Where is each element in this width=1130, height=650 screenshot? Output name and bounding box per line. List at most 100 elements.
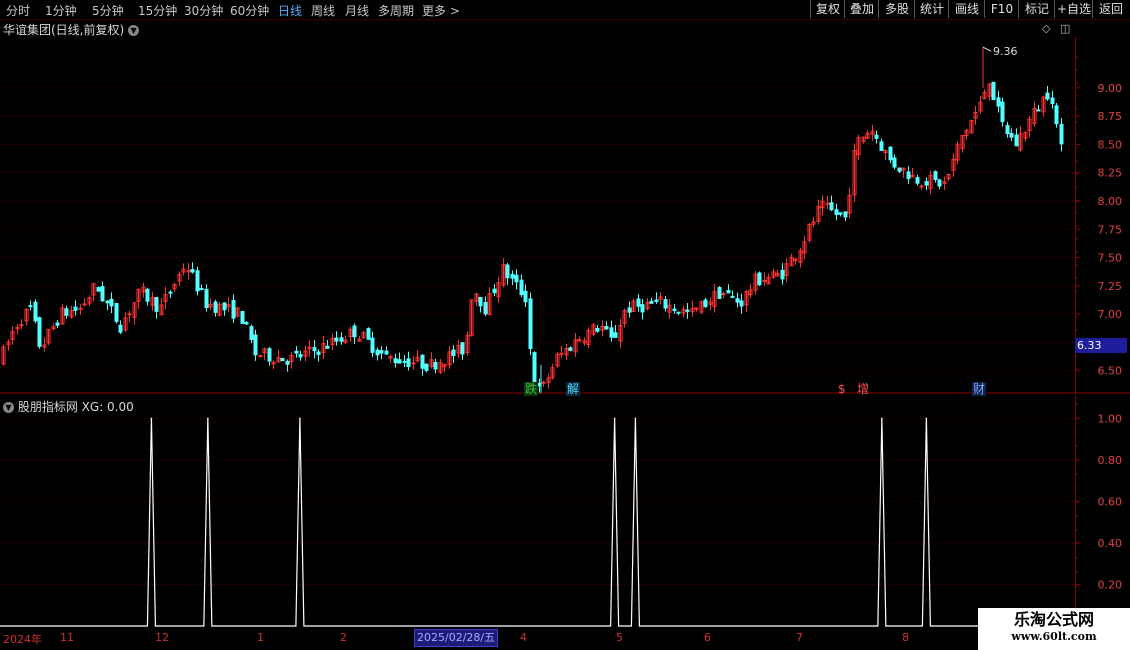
xg-spike-point — [613, 417, 616, 420]
marker-cai[interactable]: 财 — [972, 382, 987, 396]
indicator-grid — [0, 417, 1075, 585]
price-tick-label: 7.50 — [1098, 252, 1123, 265]
selected-date-label[interactable]: 2025/02/28/五 — [414, 629, 499, 647]
candle-body — [924, 181, 929, 186]
fuquan-button[interactable]: 复权 — [810, 0, 845, 18]
candle-body — [604, 326, 609, 330]
candle-body — [1009, 132, 1014, 138]
candle-body — [280, 357, 285, 362]
candle-body — [510, 273, 515, 279]
marker-jie[interactable]: 解 — [566, 382, 581, 396]
stats-button[interactable]: 统计 — [914, 0, 949, 18]
candle-body — [528, 298, 533, 350]
candle-body — [204, 288, 209, 309]
period-weekly[interactable]: 周线 — [311, 2, 335, 19]
back-button[interactable]: 返回 — [1092, 0, 1129, 18]
candle-body — [37, 317, 42, 347]
candle-body — [78, 307, 83, 310]
candle-body — [240, 311, 245, 324]
date-label: 7 — [796, 631, 803, 644]
candle-body — [154, 297, 159, 312]
period-1min[interactable]: 1分钟 — [45, 2, 77, 19]
period-fenshi[interactable]: 分时 — [6, 2, 30, 19]
candle-body — [1054, 105, 1059, 125]
xg-signal-line — [0, 418, 978, 627]
candle-body — [213, 301, 218, 313]
candle-body — [334, 337, 339, 342]
candle-body — [145, 288, 150, 302]
candle-body — [105, 300, 110, 304]
date-label: 11 — [60, 631, 74, 644]
multi-stock-button[interactable]: 多股 — [878, 0, 915, 18]
chevron-down-icon[interactable]: ▼ — [128, 25, 140, 36]
f10-button[interactable]: F10 — [984, 0, 1019, 18]
overlay-button[interactable]: 叠加 — [844, 0, 879, 18]
candle-body — [915, 177, 920, 184]
candle-body — [118, 324, 123, 333]
marker-die[interactable]: 跌 — [524, 382, 539, 396]
candle-body — [492, 288, 497, 294]
add-favorite-button[interactable]: +自选 — [1054, 0, 1093, 18]
candle-body — [937, 179, 942, 187]
candle-body — [1005, 125, 1010, 135]
date-label: 5 — [616, 631, 623, 644]
candle-body — [64, 308, 69, 316]
candle-body — [460, 342, 465, 355]
watermark-logo: 乐淘公式网 www.60lt.com — [978, 608, 1130, 650]
candle-body — [559, 352, 564, 355]
xg-spike-point — [925, 417, 928, 420]
candle-body — [676, 311, 681, 314]
indicator-tick-label: 0.20 — [1098, 578, 1123, 591]
candle-body — [541, 381, 546, 384]
period-daily[interactable]: 日线 — [278, 2, 302, 19]
candle-body — [825, 202, 830, 205]
candle-body — [703, 299, 708, 308]
candle-body — [568, 347, 573, 351]
candle-body — [726, 289, 731, 294]
panel-toggle-icon[interactable]: ◫ — [1060, 22, 1070, 35]
candle-body — [919, 185, 924, 188]
period-60min[interactable]: 60分钟 — [230, 2, 269, 19]
indicator-line — [0, 417, 978, 627]
candle-body — [838, 212, 843, 215]
candle-body — [285, 360, 290, 365]
mark-button[interactable]: 标记 — [1018, 0, 1055, 18]
candle-body — [991, 81, 996, 101]
candle-body — [780, 269, 785, 280]
date-label: 8 — [902, 631, 909, 644]
candle-body — [663, 299, 668, 309]
draw-line-button[interactable]: 画线 — [948, 0, 985, 18]
period-multi[interactable]: 多周期 — [378, 2, 414, 19]
candle-body — [892, 157, 897, 168]
period-5min[interactable]: 5分钟 — [92, 2, 124, 19]
period-15min[interactable]: 15分钟 — [138, 2, 177, 19]
candle-body — [1000, 101, 1005, 123]
candle-body — [757, 272, 762, 286]
period-30min[interactable]: 30分钟 — [184, 2, 223, 19]
indicator-tick-label: 0.80 — [1098, 454, 1123, 467]
diamond-icon[interactable]: ◇ — [1042, 22, 1050, 35]
candle-body — [231, 299, 236, 319]
candle-body — [366, 328, 371, 340]
candle-body — [406, 358, 411, 368]
candle-body — [613, 332, 618, 338]
candle-body — [735, 298, 740, 303]
marker-zeng[interactable]: 增 — [856, 382, 870, 396]
candle-body — [874, 134, 879, 139]
candle-body — [109, 298, 114, 307]
candle-body — [654, 299, 659, 302]
candle-body — [370, 337, 375, 353]
candle-body — [685, 309, 690, 312]
period-more[interactable]: 更多 > — [422, 2, 460, 19]
price-tick-label: 7.00 — [1098, 308, 1123, 321]
period-monthly[interactable]: 月线 — [345, 2, 369, 19]
candle-body — [478, 296, 483, 307]
chart-title: 华谊集团(日线,前复权) ▼ — [3, 21, 140, 38]
marker-dollar[interactable]: $ — [837, 382, 847, 396]
candle-body — [843, 211, 848, 218]
candle-body — [28, 305, 33, 308]
candle-body — [1059, 123, 1064, 145]
candle-body — [514, 274, 519, 283]
candle-body — [298, 354, 303, 358]
candle-body — [933, 171, 938, 180]
